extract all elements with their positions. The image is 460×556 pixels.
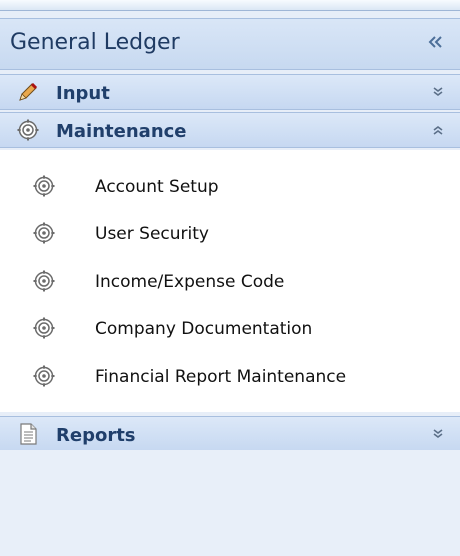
general-ledger-panel: General Ledger Input Maintenance Account… [0, 0, 460, 556]
gear-icon [32, 364, 56, 388]
list-item-financial-report-maintenance[interactable]: Financial Report Maintenance [0, 360, 460, 394]
list-item-company-documentation[interactable]: Company Documentation [0, 312, 460, 346]
item-label: Financial Report Maintenance [95, 367, 347, 387]
item-label: Account Setup [95, 177, 219, 197]
item-label: Income/Expense Code [95, 272, 285, 292]
panel-header: General Ledger [0, 18, 460, 70]
top-strip [0, 0, 460, 11]
collapse-panel-button[interactable] [422, 28, 450, 56]
panel-title: General Ledger [10, 30, 180, 55]
chevron-down-icon[interactable] [428, 81, 448, 103]
double-chevron-left-icon [427, 33, 445, 51]
section-reports[interactable]: Reports [0, 416, 460, 452]
maintenance-items-list: Account Setup User Security Income/Expen… [0, 150, 460, 412]
gear-icon [32, 174, 56, 198]
chevron-up-icon[interactable] [428, 119, 448, 141]
item-label: Company Documentation [95, 319, 313, 339]
gear-icon [32, 269, 56, 293]
empty-panel-area [0, 450, 460, 556]
section-input-label: Input [56, 83, 110, 104]
section-maintenance-label: Maintenance [56, 121, 187, 142]
section-reports-label: Reports [56, 425, 136, 446]
section-input[interactable]: Input [0, 74, 460, 110]
list-item-income-expense-code[interactable]: Income/Expense Code [0, 265, 460, 299]
gear-icon [32, 221, 56, 245]
chevron-down-icon[interactable] [428, 423, 448, 445]
pencil-icon [16, 80, 40, 104]
list-item-user-security[interactable]: User Security [0, 217, 460, 251]
list-item-account-setup[interactable]: Account Setup [0, 170, 460, 204]
section-maintenance[interactable]: Maintenance [0, 112, 460, 148]
gear-icon [32, 316, 56, 340]
document-icon [16, 422, 40, 446]
item-label: User Security [95, 224, 209, 244]
gear-icon [16, 118, 40, 142]
